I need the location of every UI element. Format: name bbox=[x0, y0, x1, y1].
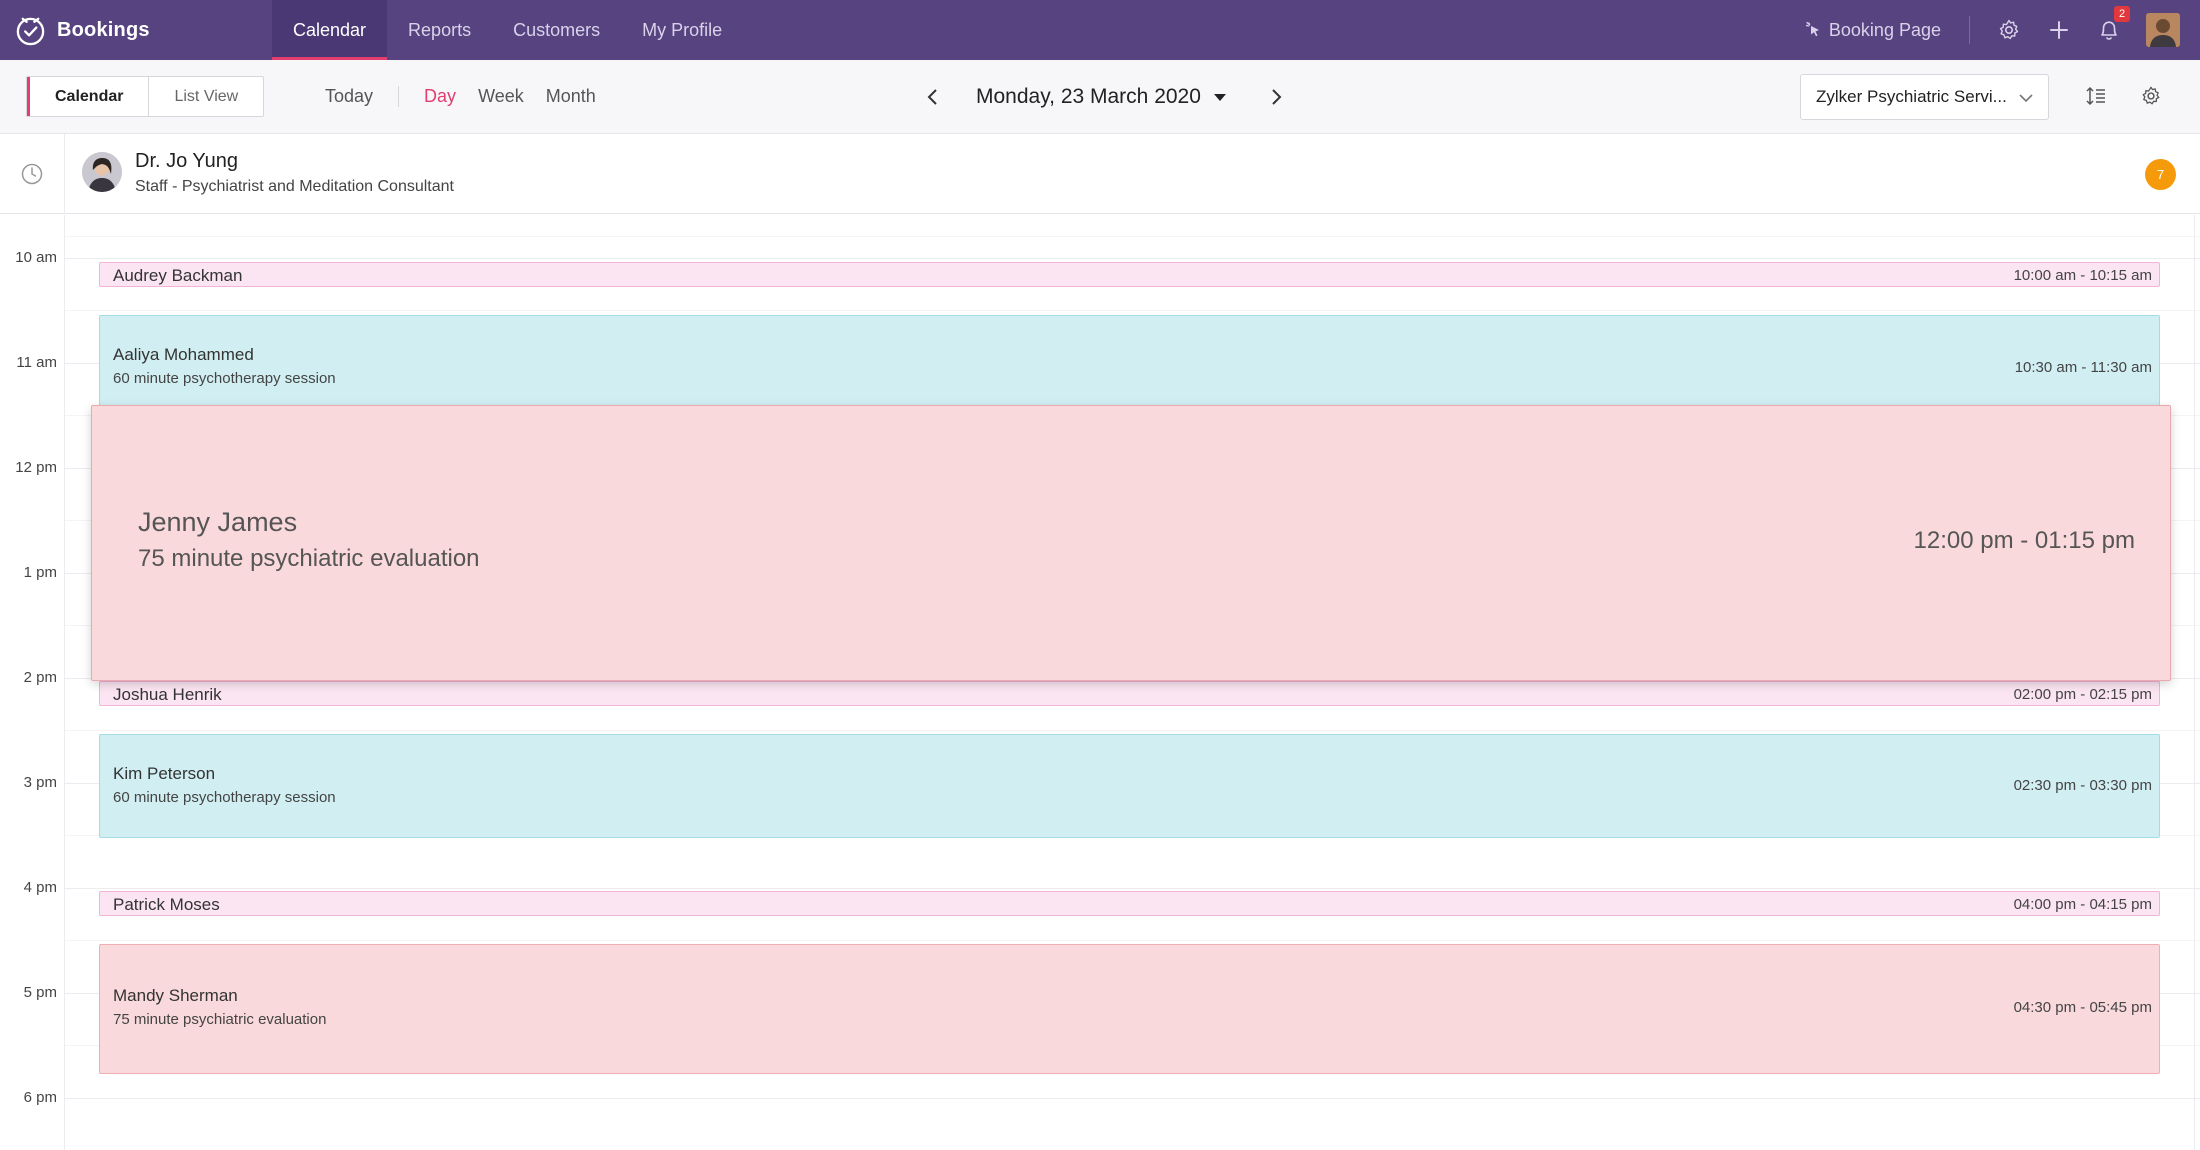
appointment-kim-peterson[interactable]: Kim Peterson 60 minute psychotherapy ses… bbox=[99, 734, 2160, 838]
time-label: 2 pm bbox=[23, 669, 57, 686]
calendar-view-button[interactable]: Calendar bbox=[27, 77, 150, 116]
tab-day[interactable]: Day bbox=[413, 86, 467, 107]
brand[interactable]: Bookings bbox=[14, 0, 150, 60]
time-label: 11 am bbox=[16, 354, 57, 371]
top-right-actions: Booking Page 2 bbox=[1805, 0, 2200, 60]
calendar-settings-button[interactable] bbox=[2138, 83, 2164, 109]
service-select-value: Zylker Psychiatric Servi... bbox=[1816, 87, 2007, 106]
user-avatar-image bbox=[2146, 13, 2180, 47]
user-avatar[interactable] bbox=[2146, 13, 2180, 47]
range-tabs: Today Day Week Month bbox=[314, 76, 607, 117]
plus-icon bbox=[2050, 21, 2068, 39]
grid-line bbox=[65, 258, 2200, 259]
staff-name[interactable]: Dr. Jo Yung bbox=[135, 150, 238, 173]
top-navigation-bar: Bookings Calendar Reports Customers My P… bbox=[0, 0, 2200, 60]
time-label: 1 pm bbox=[23, 564, 57, 581]
appointment-customer-name: Kim Peterson bbox=[113, 764, 216, 783]
appointment-customer-name: Mandy Sherman bbox=[113, 986, 238, 1005]
appointment-mandy-sherman[interactable]: Mandy Sherman 75 minute psychiatric eval… bbox=[99, 944, 2160, 1074]
appointment-service: 75 minute psychiatric evaluation bbox=[138, 545, 480, 572]
appointment-customer-name: Audrey Backman bbox=[113, 266, 243, 285]
appointment-time: 12:00 pm - 01:15 pm bbox=[1913, 527, 2135, 554]
chevron-down-icon bbox=[2019, 94, 2033, 103]
sort-button[interactable] bbox=[2083, 83, 2109, 109]
appointment-time: 02:30 pm - 03:30 pm bbox=[2013, 777, 2152, 794]
grid-line bbox=[65, 1098, 2200, 1099]
booking-page-label: Booking Page bbox=[1828, 19, 1941, 40]
grid-line bbox=[65, 940, 2200, 941]
appointment-joshua-henrik[interactable]: Joshua Henrik 02:00 pm - 02:15 pm bbox=[99, 681, 2160, 706]
caret-down-icon[interactable] bbox=[1213, 92, 1227, 102]
appointment-service: 60 minute psychotherapy session bbox=[113, 789, 336, 806]
settings-icon bbox=[1999, 19, 2019, 40]
appointment-time: 10:30 am - 11:30 am bbox=[2014, 359, 2152, 376]
notifications-button[interactable]: 2 bbox=[2096, 6, 2130, 43]
appointment-jenny-james[interactable]: Jenny James 75 minute psychiatric evalua… bbox=[91, 405, 2171, 681]
appointment-customer-name: Aaliya Mohammed bbox=[113, 345, 254, 364]
current-date[interactable]: Monday, 23 March 2020 bbox=[976, 85, 1201, 109]
nav-customers[interactable]: Customers bbox=[492, 0, 621, 60]
staff-role: Staff - Psychiatrist and Meditation Cons… bbox=[135, 178, 454, 195]
appointment-count-badge: 7 bbox=[2145, 159, 2176, 190]
time-label: 12 pm bbox=[15, 459, 57, 476]
today-button[interactable]: Today bbox=[314, 86, 400, 107]
divider bbox=[1969, 16, 1970, 44]
appointment-customer-name: Patrick Moses bbox=[113, 895, 220, 914]
tab-month[interactable]: Month bbox=[535, 86, 607, 107]
clock-icon bbox=[21, 163, 43, 185]
appointment-service: 60 minute psychotherapy session bbox=[113, 370, 336, 387]
grid-right-border bbox=[2194, 215, 2195, 1150]
previous-day-button[interactable] bbox=[920, 84, 946, 110]
list-view-button[interactable]: List View bbox=[149, 77, 263, 116]
time-label: 4 pm bbox=[23, 879, 57, 896]
grid-line bbox=[65, 888, 2200, 889]
bookings-logo-icon bbox=[16, 17, 45, 45]
time-label: 5 pm bbox=[23, 984, 57, 1001]
appointment-customer-name: Jenny James bbox=[138, 507, 298, 537]
time-gutter: 10 am 11 am 12 pm 1 pm 2 pm 3 pm 4 pm 5 … bbox=[0, 215, 65, 1150]
staff-header: Dr. Jo Yung Staff - Psychiatrist and Med… bbox=[0, 134, 2200, 214]
calendar-toolbar: Calendar List View Today Day Week Month … bbox=[0, 60, 2200, 134]
appointment-audrey-backman[interactable]: Audrey Backman 10:00 am - 10:15 am bbox=[99, 262, 2160, 287]
cursor-click-icon bbox=[1805, 21, 1819, 37]
appointment-service: 75 minute psychiatric evaluation bbox=[113, 1011, 327, 1028]
date-navigator: Monday, 23 March 2020 bbox=[920, 76, 1289, 117]
nav-calendar[interactable]: Calendar bbox=[272, 0, 388, 60]
appointment-patrick-moses[interactable]: Patrick Moses 04:00 pm - 04:15 pm bbox=[99, 891, 2160, 916]
booking-page-link[interactable]: Booking Page bbox=[1805, 20, 1941, 41]
time-label: 10 am bbox=[15, 249, 57, 266]
chevron-left-icon bbox=[927, 88, 937, 105]
settings-button[interactable] bbox=[1996, 17, 2022, 43]
appointment-time: 02:00 pm - 02:15 pm bbox=[2013, 686, 2152, 703]
appointment-time: 04:00 pm - 04:15 pm bbox=[2013, 896, 2152, 913]
grid-line bbox=[65, 310, 2200, 311]
app-name: Bookings bbox=[57, 18, 150, 41]
time-label: 6 pm bbox=[23, 1089, 57, 1106]
add-button[interactable] bbox=[2046, 17, 2072, 43]
staff-avatar[interactable] bbox=[82, 152, 122, 192]
nav-reports[interactable]: Reports bbox=[387, 0, 492, 60]
notification-count-badge: 2 bbox=[2114, 6, 2130, 22]
day-calendar-grid: 10 am 11 am 12 pm 1 pm 2 pm 3 pm 4 pm 5 … bbox=[0, 215, 2200, 1150]
view-toggle: Calendar List View bbox=[26, 76, 265, 117]
grid-line bbox=[65, 236, 2200, 237]
staff-header-gutter bbox=[0, 134, 65, 214]
staff-avatar-image bbox=[82, 152, 122, 192]
sort-list-icon bbox=[2086, 86, 2105, 106]
grid-line bbox=[65, 730, 2200, 731]
tab-week[interactable]: Week bbox=[467, 86, 535, 107]
chevron-right-icon bbox=[1272, 88, 1282, 105]
nav-my-profile[interactable]: My Profile bbox=[621, 0, 743, 60]
appointment-time: 10:00 am - 10:15 am bbox=[2013, 267, 2152, 284]
appointment-customer-name: Joshua Henrik bbox=[113, 685, 222, 704]
appointment-time: 04:30 pm - 05:45 pm bbox=[2013, 999, 2152, 1016]
settings-icon bbox=[2142, 86, 2160, 105]
service-select[interactable]: Zylker Psychiatric Servi... bbox=[1800, 74, 2049, 120]
time-label: 3 pm bbox=[23, 774, 57, 791]
main-nav: Calendar Reports Customers My Profile bbox=[272, 0, 743, 60]
next-day-button[interactable] bbox=[1263, 84, 1289, 110]
